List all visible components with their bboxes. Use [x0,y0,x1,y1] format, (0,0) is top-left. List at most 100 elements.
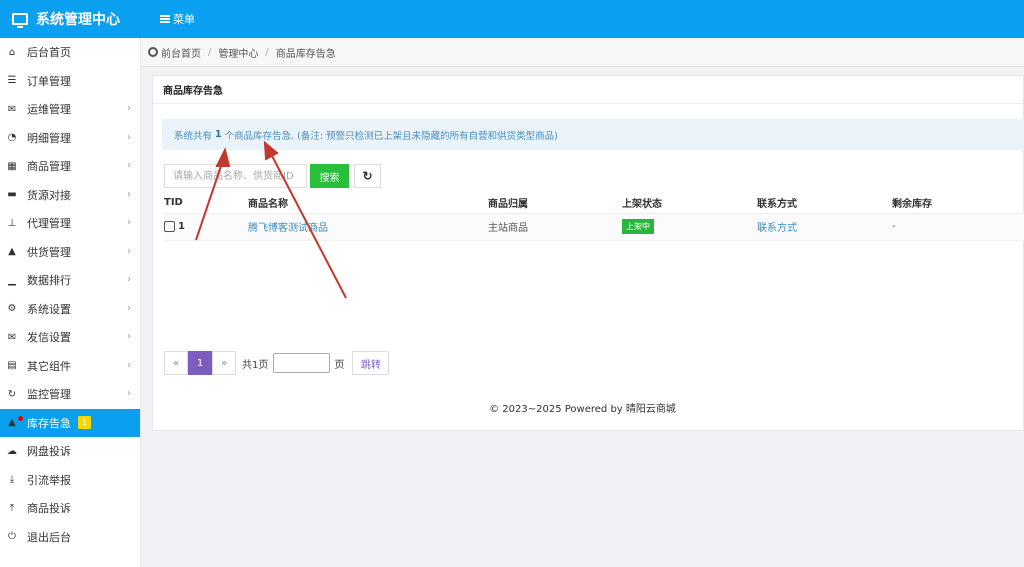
download-icon: ⤓ [9,474,15,486]
sidebar-item-0[interactable]: ⌂ 后台首页 [0,38,140,67]
sidebar-item-label: 引流举报 [27,473,71,487]
notification-dot [18,415,23,421]
chrome-icon [148,47,158,57]
search-toolbar: 搜索 ↻ [164,164,381,188]
chevron-right-icon: › [127,302,131,314]
sidebar-item-label: 数据排行 [27,274,71,288]
sidebar-item-4[interactable]: ▦ 商品管理 › [0,152,140,181]
refresh-icon: ↻ [7,388,17,400]
header-stock: 剩余库存 [892,193,1024,214]
sidebar-item-9[interactable]: ⚙ 系统设置 › [0,295,140,324]
sidebar-item-15[interactable]: ⤓ 引流举报 [0,466,140,495]
pie-chart-icon: ◔ [7,132,17,144]
page-number-input[interactable] [273,353,331,373]
menu-toggle-button[interactable]: 菜单 [160,11,195,27]
header-owner: 商品归属 [488,193,622,214]
sidebar-item-label: 供货管理 [27,245,71,259]
chevron-right-icon: › [127,331,131,342]
sidebar-item-label: 商品管理 [27,160,71,174]
chevron-right-icon: › [127,245,131,257]
sidebar-item-label: 其它组件 [27,359,71,373]
sidebar-item-8[interactable]: ▁ 数据排行 › [0,266,140,295]
count-badge: 1 [78,416,91,430]
sidebar-item-label: 货源对接 [27,188,71,202]
alert-prefix: 系统共有 [174,130,213,142]
sidebar-item-3[interactable]: ◔ 明细管理 › [0,124,140,153]
sidebar-item-13[interactable]: ▲ 库存告急 1 [0,408,140,437]
breadcrumb: 前台首页 / 管理中心 / 商品库存告急 [141,38,1024,67]
shopping-bag-icon: ▲ [8,246,16,258]
home-icon: ⌂ [8,46,16,58]
sidebar-item-16[interactable]: ⤒ 商品投诉 [0,494,140,523]
chevron-right-icon: › [127,131,131,143]
breadcrumb-middle[interactable]: 管理中心 [218,45,258,60]
chevron-right-icon: › [127,274,131,285]
cloud-upload-icon: ☁ [7,445,17,457]
cell-stock: - [892,213,1024,241]
jump-button[interactable]: 跳转 [352,351,390,375]
alert-count: 1 [215,129,222,140]
refresh-button[interactable]: ↻ [354,164,381,188]
sidebar-item-label: 商品投诉 [27,502,71,516]
grid-icon: ▦ [7,160,17,172]
search-input[interactable] [164,164,307,188]
table-row: 1 腾飞博客测试商品 主站商品 上架中 联系方式 - [164,213,1024,241]
sidebar-item-label: 退出后台 [27,530,71,544]
sidebar-item-label: 系统设置 [27,302,71,316]
breadcrumb-separator: / [265,46,269,58]
breadcrumb-home[interactable]: 前台首页 [161,45,201,60]
chevron-right-icon: › [127,103,131,114]
info-alert: 系统共有 1 个商品库存告急. (备注: 预警只检测已上架且未隐藏的所有自营和供… [162,119,1024,150]
sidebar-item-5[interactable]: ▬ 货源对接 › [0,181,140,210]
page-1-button[interactable]: 1 [188,351,212,375]
top-bar: 系统管理中心 菜单 [0,0,1024,38]
prev-page-button[interactable]: « [164,351,188,375]
sidebar-item-label: 代理管理 [27,217,71,231]
status-badge: 上架中 [622,219,654,234]
sidebar-item-11[interactable]: ▤ 其它组件 › [0,352,140,381]
header-name: 商品名称 [248,193,488,214]
panel-title: 商品库存告急 [153,76,1023,104]
alert-suffix: 个商品库存告急. (备注: 预警只检测已上架且未隐藏的所有自营和供货类型商品) [224,130,558,142]
power-icon: ⏻ [8,531,16,543]
sidebar-item-10[interactable]: ✉ 发信设置 › [0,323,140,352]
sidebar-item-label: 后台首页 [27,46,71,60]
sidebar: ⌂ 后台首页 ☰ 订单管理 ✉ 运维管理 › ◔ 明细管理 › ▦ 商品管理 › ▬ 货源对接 › ⊥ 代理管理 ›… [0,38,141,567]
next-page-button[interactable]: » [212,351,236,375]
sidebar-item-label: 库存告急 [27,416,71,430]
brand[interactable]: 系统管理中心 [0,0,141,38]
sidebar-item-7[interactable]: ▲ 供货管理 › [0,238,140,267]
sidebar-item-label: 订单管理 [27,74,71,88]
bell-icon: ▲ [8,417,16,429]
sidebar-item-label: 发信设置 [27,331,71,345]
gears-icon: ⚙ [7,303,17,315]
row-tid: 1 [178,220,185,232]
upload-icon: ⤒ [9,502,15,514]
stock-alert-panel: 商品库存告急 系统共有 1 个商品库存告急. (备注: 预警只检测已上架且未隐藏… [152,75,1024,431]
sidebar-item-6[interactable]: ⊥ 代理管理 › [0,209,140,238]
header-status: 上架状态 [622,193,757,214]
page-unit: 页 [334,359,345,371]
row-checkbox[interactable] [164,220,175,232]
sidebar-item-14[interactable]: ☁ 网盘投诉 [0,437,140,466]
sidebar-item-17[interactable]: ⏻ 退出后台 [0,523,140,552]
cell-name: 腾飞博客测试商品 [248,213,488,241]
stock-table: TID 商品名称 商品归属 上架状态 联系方式 剩余库存 1 腾飞博客测试商品 … [164,193,1024,241]
calendar-icon: ▤ [7,360,17,372]
sidebar-item-label: 监控管理 [27,388,71,402]
sidebar-item-2[interactable]: ✉ 运维管理 › [0,95,140,124]
refresh-icon: ↻ [362,169,373,183]
product-name-link[interactable]: 腾飞博客测试商品 [248,223,328,234]
sidebar-item-1[interactable]: ☰ 订单管理 [0,67,140,96]
search-button[interactable]: 搜索 [310,164,349,188]
app-title: 系统管理中心 [36,12,120,28]
briefcase-icon: ▬ [7,189,17,201]
chevron-right-icon: › [127,359,131,371]
list-icon: ☰ [7,75,17,87]
contact-link[interactable]: 联系方式 [757,223,797,234]
signal-icon: ▁ [8,274,16,286]
sidebar-item-12[interactable]: ↻ 监控管理 › [0,380,140,409]
sitemap-icon: ⊥ [7,217,17,229]
footer: © 2023~2025 Powered by 晴阳云商城 [489,404,676,415]
chevron-right-icon: › [127,217,131,228]
